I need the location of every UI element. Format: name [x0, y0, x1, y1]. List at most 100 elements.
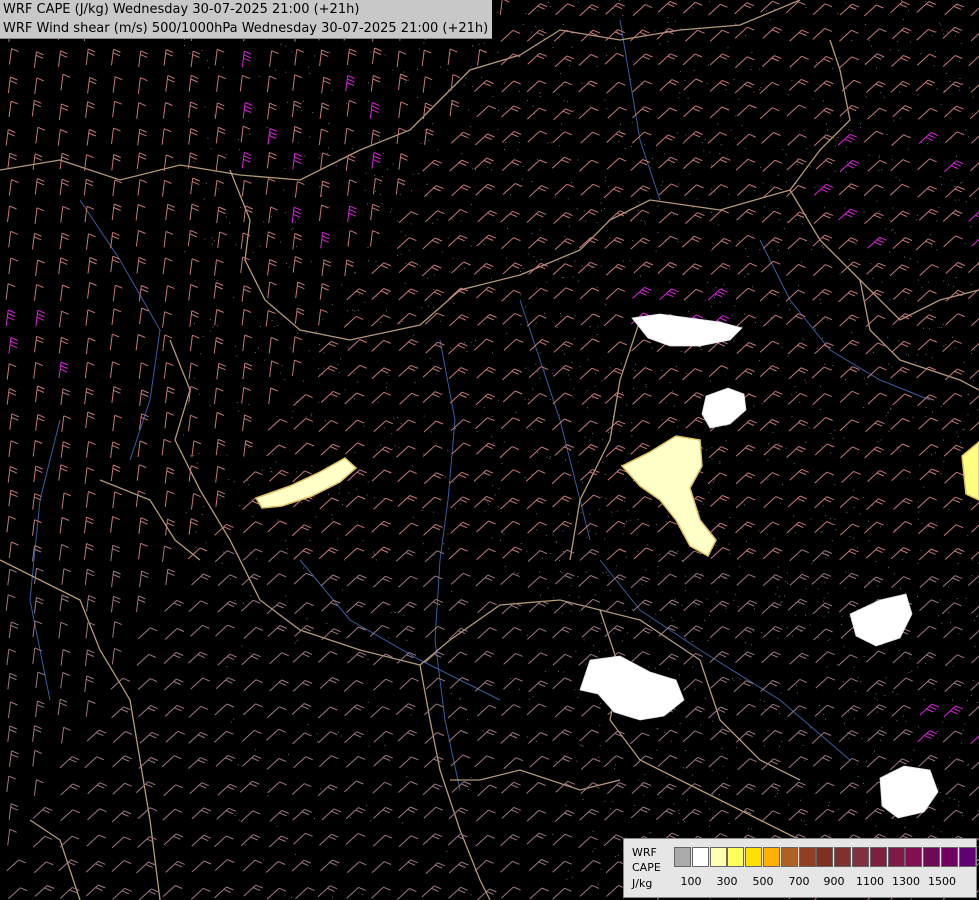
stipple-dot — [738, 98, 740, 100]
stipple-dot — [194, 377, 196, 379]
stipple-dot — [796, 158, 798, 160]
stipple-dot — [730, 129, 732, 131]
stipple-dot — [967, 136, 969, 138]
stipple-dot — [443, 543, 445, 545]
stipple-dot — [370, 820, 372, 822]
stipple-dot — [642, 583, 643, 585]
stipple-dot — [723, 284, 725, 286]
stipple-dot — [470, 204, 472, 206]
stipple-dot — [367, 481, 369, 483]
stipple-dot — [737, 606, 739, 607]
stipple-dot — [733, 340, 735, 342]
stipple-dot — [506, 332, 508, 334]
stipple-dot — [187, 403, 189, 405]
stipple-dot — [470, 342, 472, 344]
stipple-dot — [929, 233, 931, 235]
stipple-dot — [258, 347, 259, 349]
stipple-dot — [722, 765, 724, 767]
stipple-dot — [822, 61, 824, 62]
stipple-dot — [823, 714, 825, 715]
stipple-dot — [896, 693, 898, 695]
stipple-dot — [960, 742, 962, 744]
stipple-dot — [618, 0, 620, 1]
stipple-dot — [341, 284, 343, 286]
stipple-dot — [677, 426, 679, 428]
stipple-dot — [542, 28, 543, 30]
stipple-dot — [460, 153, 462, 155]
stipple-dot — [917, 666, 919, 668]
stipple-dot — [785, 581, 786, 582]
stipple-dot — [917, 596, 918, 597]
stipple-dot — [577, 1, 579, 3]
stipple-dot — [228, 479, 230, 481]
stipple-dot — [271, 319, 273, 321]
stipple-dot — [782, 149, 784, 150]
stipple-dot — [954, 186, 956, 187]
stipple-dot — [379, 139, 380, 141]
stipple-dot — [515, 411, 517, 413]
stipple-dot — [930, 309, 932, 311]
stipple-dot — [810, 727, 812, 729]
stipple-dot — [953, 286, 955, 288]
stipple-dot — [497, 399, 499, 401]
stipple-dot — [666, 776, 668, 778]
stipple-dot — [491, 416, 493, 417]
stipple-dot — [866, 801, 867, 803]
stipple-dot — [937, 789, 939, 791]
stipple-dot — [368, 745, 370, 747]
stipple-dot — [408, 249, 410, 251]
stipple-dot — [972, 96, 974, 98]
stipple-dot — [977, 615, 979, 617]
stipple-dot — [777, 793, 778, 795]
stipple-dot — [836, 664, 838, 665]
stipple-dot — [876, 699, 878, 701]
stipple-dot — [226, 666, 228, 667]
stipple-dot — [889, 299, 891, 301]
stipple-dot — [585, 220, 587, 222]
stipple-dot — [244, 844, 246, 846]
stipple-dot — [446, 851, 448, 852]
stipple-dot — [605, 649, 607, 651]
stipple-dot — [760, 87, 762, 89]
stipple-dot — [656, 728, 658, 730]
stipple-dot — [812, 98, 814, 100]
stipple-dot — [555, 541, 557, 543]
stipple-dot — [848, 615, 850, 617]
stipple-dot — [940, 176, 942, 178]
stipple-dot — [422, 543, 424, 545]
stipple-dot — [684, 80, 686, 81]
stipple-dot — [581, 265, 583, 267]
stipple-dot — [857, 676, 859, 678]
stipple-dot — [625, 556, 627, 558]
stipple-dot — [392, 163, 394, 165]
stipple-dot — [540, 594, 541, 596]
stipple-dot — [577, 159, 579, 161]
stipple-dot — [817, 637, 819, 639]
stipple-dot — [628, 453, 630, 455]
stipple-dot — [696, 198, 698, 200]
stipple-dot — [785, 154, 787, 156]
stipple-dot — [620, 415, 622, 417]
stipple-dot — [400, 253, 402, 255]
stipple-dot — [736, 747, 737, 749]
stipple-dot — [644, 220, 646, 222]
stipple-dot — [645, 386, 647, 388]
stipple-dot — [808, 427, 810, 429]
stipple-dot — [974, 646, 976, 648]
stipple-dot — [828, 801, 830, 803]
stipple-dot — [394, 132, 396, 134]
stipple-dot — [673, 214, 675, 216]
stipple-dot — [785, 447, 787, 449]
stipple-dot — [718, 224, 720, 226]
stipple-dot — [888, 430, 890, 432]
stipple-dot — [210, 318, 211, 320]
stipple-dot — [528, 698, 530, 700]
stipple-dot — [194, 322, 195, 324]
stipple-dot — [190, 455, 192, 457]
stipple-dot — [490, 169, 492, 171]
stipple-dot — [497, 128, 499, 130]
stipple-dot — [602, 462, 604, 463]
stipple-dot — [708, 492, 710, 493]
stipple-dot — [968, 393, 969, 395]
stipple-dot — [782, 484, 783, 486]
